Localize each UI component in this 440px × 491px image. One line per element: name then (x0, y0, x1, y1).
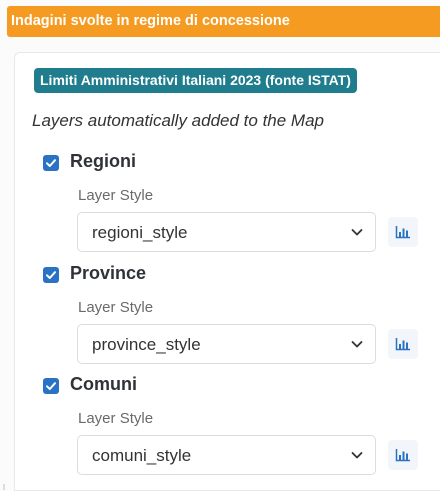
section-badge: Limiti Amministrativi Italiani 2023 (fon… (34, 68, 357, 93)
layer-name: Comuni (70, 374, 137, 394)
layer-style-select[interactable]: comuni_style (77, 435, 376, 475)
layer-checkbox-province[interactable] (43, 267, 59, 283)
layer-item-province: Province Layer Style province_style (15, 263, 440, 378)
bar-chart-icon (395, 449, 410, 462)
legend-button[interactable] (388, 440, 418, 470)
layer-style-select[interactable]: province_style (77, 324, 376, 364)
layer-style-value: province_style (92, 335, 201, 354)
legend-button[interactable] (388, 329, 418, 359)
layer-style-value: comuni_style (92, 446, 192, 465)
check-icon (46, 271, 56, 279)
layer-style-label: Layer Style (78, 187, 154, 204)
check-icon (46, 159, 56, 167)
layers-panel: Limiti Amministrativi Italiani 2023 (fon… (14, 52, 440, 491)
divider (3, 484, 5, 490)
layer-style-select[interactable]: regioni_style (77, 212, 376, 252)
legend-button[interactable] (388, 217, 418, 247)
layer-style-label: Layer Style (78, 410, 154, 427)
layer-style-label: Layer Style (78, 299, 154, 316)
chevron-down-icon (351, 452, 363, 459)
check-icon (46, 382, 56, 390)
chevron-down-icon (351, 229, 363, 236)
layer-item-regioni: Regioni Layer Style regioni_style (15, 151, 440, 266)
layer-name: Province (70, 263, 147, 283)
bar-chart-icon (395, 338, 410, 351)
bar-chart-icon (395, 226, 410, 239)
layer-checkbox-comuni[interactable] (43, 378, 59, 394)
chevron-down-icon (351, 341, 363, 348)
layer-name: Regioni (70, 151, 136, 171)
panel-subtitle: Layers automatically added to the Map (32, 111, 325, 130)
layer-checkbox-regioni[interactable] (43, 155, 59, 171)
group-title-banner[interactable]: Indagini svolte in regime di concessione (7, 6, 440, 37)
layer-settings-page: Indagini svolte in regime di concessione… (0, 0, 440, 491)
layer-item-comuni: Comuni Layer Style comuni_style (15, 374, 440, 489)
layer-style-value: regioni_style (92, 223, 188, 242)
